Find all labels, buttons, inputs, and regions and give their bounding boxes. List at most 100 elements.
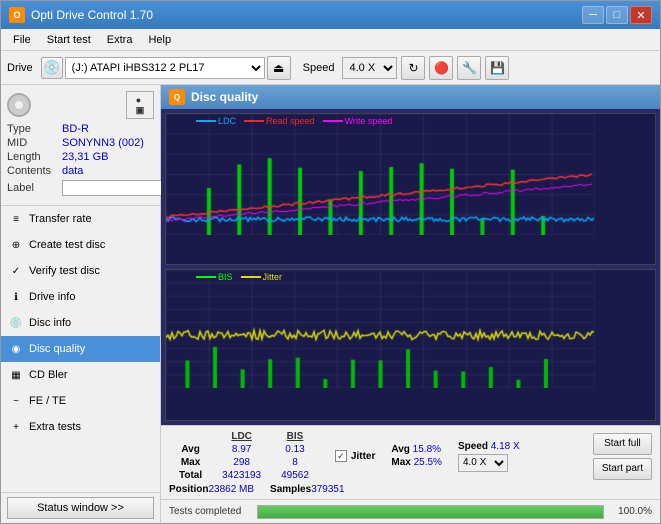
drive-info-label: Drive info (29, 291, 75, 303)
nav-items: ≡ Transfer rate ⊕ Create test disc ✓ Ver… (1, 206, 160, 492)
total-bis: 49562 (271, 469, 319, 482)
jitter-max-value: 25.5% (414, 457, 442, 468)
speed-stat-label: Speed (458, 441, 491, 452)
samples-label: Samples (270, 484, 311, 495)
type-label: Type (7, 123, 62, 135)
sidebar: ●▣ Type BD-R MID SONYNN3 (002) Length 23… (1, 85, 161, 523)
settings-btn2[interactable]: 🔧 (457, 56, 481, 80)
max-ldc: 298 (212, 456, 271, 469)
stats-table: LDC BIS Avg 8.97 0.13 Max 298 8 (169, 430, 319, 482)
nav-drive-info[interactable]: ℹ Drive info (1, 284, 160, 310)
label-label: Label (7, 182, 62, 194)
disc-type-row: Type BD-R (7, 123, 154, 135)
jitter-avg-label: Avg (391, 444, 412, 455)
drive-select[interactable]: (J:) ATAPI iHBS312 2 PL17 (65, 57, 265, 79)
refresh-button[interactable]: ↻ (401, 56, 425, 80)
contents-value: data (62, 165, 83, 177)
nav-fe-te[interactable]: ~ FE / TE (1, 388, 160, 414)
chart1-legend: LDC Read speed Write speed (196, 116, 392, 126)
extra-tests-icon: + (9, 420, 23, 434)
nav-disc-info[interactable]: 💿 Disc info (1, 310, 160, 336)
speed-select-row: 4.0 X (458, 454, 520, 472)
menu-extra[interactable]: Extra (99, 32, 141, 48)
start-part-button[interactable]: Start part (593, 458, 652, 480)
menu-help[interactable]: Help (140, 32, 179, 48)
panel-title: Disc quality (191, 90, 258, 104)
settings-btn1[interactable]: 🔴 (429, 56, 453, 80)
maximize-button[interactable]: □ (606, 6, 628, 24)
length-label: Length (7, 151, 62, 163)
verify-test-disc-icon: ✓ (9, 264, 23, 278)
status-text: Tests completed (169, 506, 249, 517)
jitter-avg-row: Avg 15.8% (391, 444, 442, 455)
disc-quality-icon: ◉ (9, 342, 23, 356)
max-label: Max (169, 456, 212, 469)
jitter-avg-value: 15.8% (413, 444, 441, 455)
app-icon: O (9, 7, 25, 23)
speed-select[interactable]: 4.0 X (342, 57, 397, 79)
drive-icon-btn[interactable]: 💿 (41, 57, 63, 79)
disc-contents-row: Contents data (7, 165, 154, 177)
chart2-legend: BIS Jitter (196, 272, 282, 282)
jitter-max-row: Max 25.5% (391, 457, 442, 468)
jitter-label: Jitter (351, 451, 375, 462)
disc-label-row: Label ✎ (7, 179, 154, 197)
nav-transfer-rate[interactable]: ≡ Transfer rate (1, 206, 160, 232)
progress-bar-fill (258, 506, 603, 518)
speed-label: Speed (303, 62, 335, 74)
action-buttons: Start full Start part (593, 433, 652, 480)
legend-read-speed: Read speed (244, 116, 315, 126)
progress-percentage: 100.0% (612, 506, 652, 517)
contents-label: Contents (7, 165, 62, 177)
jitter-checkbox[interactable]: ✓ (335, 450, 347, 462)
total-ldc: 3423193 (212, 469, 271, 482)
total-label: Total (169, 469, 212, 482)
charts-area: LDC Read speed Write speed (161, 109, 660, 425)
save-button[interactable]: 💾 (485, 56, 509, 80)
eject-button[interactable]: ⏏ (267, 56, 291, 80)
menu-start-test[interactable]: Start test (39, 32, 99, 48)
cd-bler-label: CD Bler (29, 369, 68, 381)
status-bar-bottom: Status window >> (1, 492, 160, 523)
jitter-section: ✓ Jitter (335, 450, 375, 462)
nav-verify-test-disc[interactable]: ✓ Verify test disc (1, 258, 160, 284)
type-value: BD-R (62, 123, 89, 135)
legend-write-speed: Write speed (323, 116, 393, 126)
bis-header: BIS (271, 430, 319, 443)
disc-icon (7, 93, 31, 117)
speed-row: Speed 4.18 X (458, 441, 520, 452)
drive-label: Drive (7, 62, 33, 74)
status-window-button[interactable]: Status window >> (7, 497, 154, 519)
position-label: Position (169, 484, 208, 495)
disc-type-badge[interactable]: ●▣ (126, 91, 154, 119)
avg-bis: 0.13 (271, 443, 319, 456)
chart-ldc: LDC Read speed Write speed (165, 113, 656, 265)
nav-cd-bler[interactable]: ▦ CD Bler (1, 362, 160, 388)
speed-stat-value: 4.18 X (491, 441, 520, 452)
chart2-canvas (166, 270, 595, 388)
title-bar: O Opti Drive Control 1.70 ─ □ ✕ (1, 1, 660, 29)
drive-info-icon: ℹ (9, 290, 23, 304)
max-bis: 8 (271, 456, 319, 469)
stats-row1: LDC BIS Avg 8.97 0.13 Max 298 8 (169, 430, 652, 482)
verify-test-disc-label: Verify test disc (29, 265, 100, 277)
start-full-button[interactable]: Start full (593, 433, 652, 455)
minimize-button[interactable]: ─ (582, 6, 604, 24)
window-title: Opti Drive Control 1.70 (31, 8, 582, 22)
panel-header: Q Disc quality (161, 85, 660, 109)
main-window: O Opti Drive Control 1.70 ─ □ ✕ File Sta… (0, 0, 661, 524)
disc-quality-label: Disc quality (29, 343, 85, 355)
disc-info-icon: 💿 (9, 316, 23, 330)
position-value: 23862 MB (208, 484, 254, 495)
samples-value: 379351 (311, 484, 344, 495)
progress-bar-container: Tests completed 100.0% (161, 499, 660, 523)
nav-extra-tests[interactable]: + Extra tests (1, 414, 160, 440)
nav-create-test-disc[interactable]: ⊕ Create test disc (1, 232, 160, 258)
jitter-max-label: Max (391, 457, 413, 468)
progress-bar-wrapper (257, 505, 604, 519)
close-button[interactable]: ✕ (630, 6, 652, 24)
speed-select-stats[interactable]: 4.0 X (458, 454, 508, 472)
create-test-disc-label: Create test disc (29, 239, 105, 251)
menu-file[interactable]: File (5, 32, 39, 48)
nav-disc-quality[interactable]: ◉ Disc quality (1, 336, 160, 362)
